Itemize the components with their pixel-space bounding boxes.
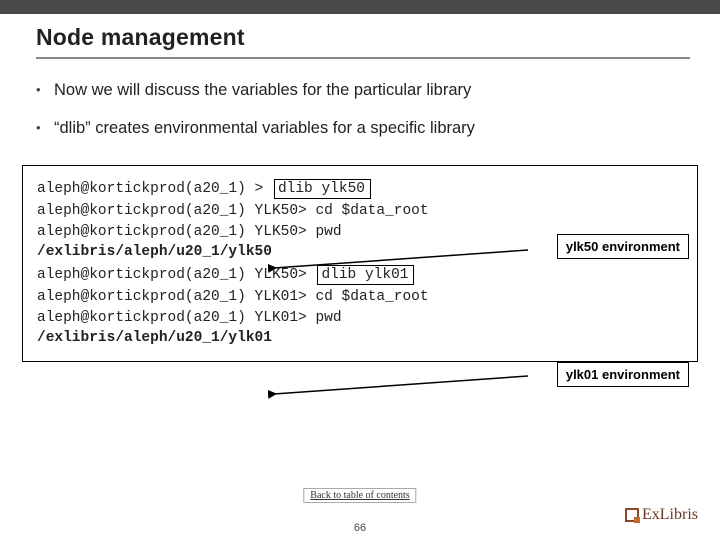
highlighted-command-dlib-ylk50: dlib ylk50 (274, 179, 371, 199)
bullet-row: • Now we will discuss the variables for … (36, 79, 690, 101)
title-container: Node management (0, 14, 720, 65)
prompt: aleph@kortickprod(a20_1) > (37, 181, 263, 197)
terminal-line: aleph@kortickprod(a20_1) YLK50> cd $data… (37, 203, 683, 219)
bullet-text: “dlib” creates environmental variables f… (54, 117, 690, 139)
bullet-text: Now we will discuss the variables for th… (54, 79, 690, 101)
environment-badge-ylk50: ylk50 environment (557, 234, 689, 259)
environment-badge-ylk01: ylk01 environment (557, 362, 689, 387)
bullet-dot: • (36, 79, 54, 101)
bullet-row: • “dlib” creates environmental variables… (36, 117, 690, 139)
bullet-dot: • (36, 117, 54, 139)
terminal-line: aleph@kortickprod(a20_1) YLK01> cd $data… (37, 289, 683, 305)
page-number: 66 (354, 522, 366, 534)
exlibris-logo: ExLibris (625, 506, 698, 524)
slide-title: Node management (36, 24, 690, 59)
terminal-output-path: /exlibris/aleph/u20_1/ylk01 (37, 330, 683, 346)
terminal-line: aleph@kortickprod(a20_1) YLK01> pwd (37, 310, 683, 326)
terminal-line: aleph@kortickprod(a20_1) YLK50> dlib ylk… (37, 265, 683, 285)
logo-text: ExLibris (642, 506, 698, 524)
logo-mark-icon (625, 508, 639, 522)
terminal-box: aleph@kortickprod(a20_1) > dlib ylk50 al… (22, 165, 698, 362)
bullet-list: • Now we will discuss the variables for … (0, 65, 720, 165)
prompt: aleph@kortickprod(a20_1) YLK50> (37, 267, 307, 283)
arrow-to-path-2 (268, 370, 548, 400)
highlighted-command-dlib-ylk01: dlib ylk01 (317, 265, 414, 285)
slide-footer: Back to table of contents 66 ExLibris (0, 484, 720, 540)
back-to-toc-link[interactable]: Back to table of contents (303, 488, 416, 503)
terminal-line: aleph@kortickprod(a20_1) > dlib ylk50 (37, 179, 683, 199)
slide-top-bar (0, 0, 720, 14)
